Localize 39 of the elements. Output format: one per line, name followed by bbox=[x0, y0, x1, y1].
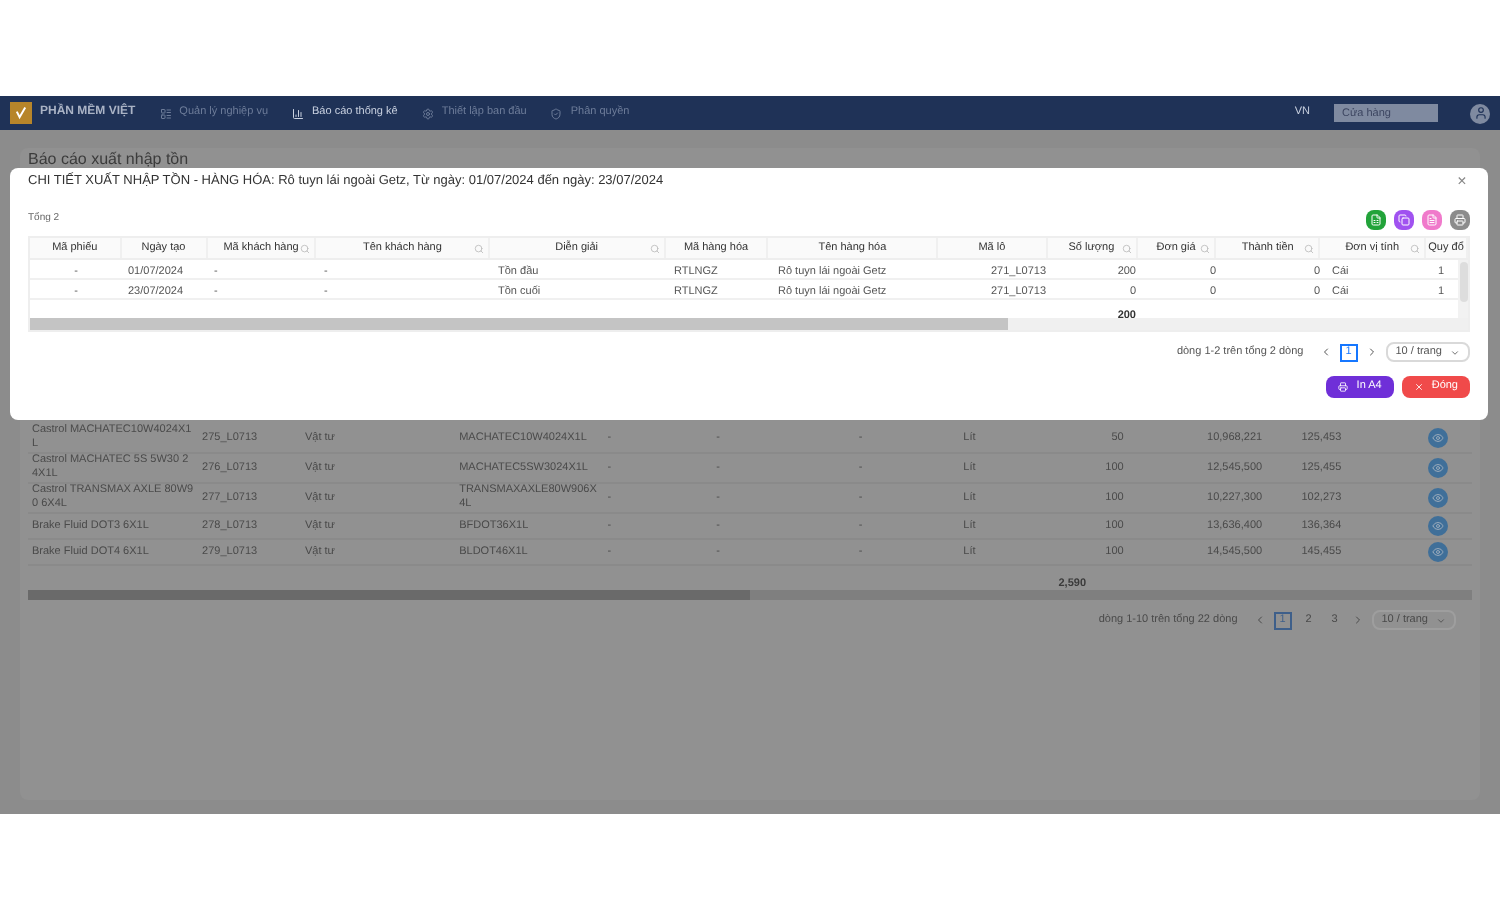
search-icon[interactable] bbox=[300, 243, 311, 253]
menu-icon bbox=[159, 107, 172, 119]
search-icon[interactable] bbox=[1200, 243, 1211, 253]
view-button[interactable] bbox=[1428, 541, 1449, 561]
report-title: Báo cáo xuất nhập tồn bbox=[28, 150, 189, 168]
view-button[interactable] bbox=[1428, 515, 1449, 535]
toolbar-button[interactable] bbox=[1422, 210, 1442, 230]
search-icon[interactable] bbox=[474, 243, 485, 253]
user-avatar-icon[interactable] bbox=[1470, 103, 1490, 123]
menu-icon bbox=[292, 107, 305, 119]
view-button[interactable] bbox=[1428, 457, 1449, 477]
toolbar-button[interactable] bbox=[1366, 210, 1386, 230]
printer-icon bbox=[1338, 382, 1349, 392]
view-button[interactable] bbox=[1428, 487, 1449, 507]
close-button[interactable]: × bbox=[1454, 170, 1470, 194]
search-icon[interactable] bbox=[1410, 243, 1421, 253]
next-page-icon[interactable] bbox=[1351, 614, 1364, 626]
previous-page-icon[interactable] bbox=[1319, 346, 1332, 358]
eye-icon bbox=[1432, 461, 1445, 473]
menu-icon bbox=[421, 107, 434, 119]
vertical-scrollbar[interactable] bbox=[1458, 260, 1468, 318]
chevron-down-icon bbox=[1450, 347, 1460, 357]
horizontal-scrollbar[interactable] bbox=[28, 590, 1472, 600]
search-icon[interactable] bbox=[649, 243, 660, 253]
eye-icon bbox=[1432, 519, 1445, 531]
search-icon[interactable] bbox=[1121, 243, 1132, 253]
search-icon[interactable] bbox=[1304, 243, 1315, 253]
toolbar-button[interactable] bbox=[1450, 210, 1470, 230]
previous-page-icon[interactable] bbox=[1253, 614, 1266, 626]
logo-icon bbox=[10, 102, 32, 124]
eye-icon bbox=[1432, 545, 1445, 557]
next-page-icon[interactable] bbox=[1365, 346, 1378, 358]
eye-icon bbox=[1432, 431, 1445, 443]
chevron-down-icon bbox=[1436, 615, 1446, 625]
menu-icon bbox=[550, 107, 563, 119]
eye-icon bbox=[1432, 491, 1445, 503]
horizontal-scrollbar[interactable] bbox=[30, 318, 1468, 330]
view-button[interactable] bbox=[1428, 427, 1449, 447]
toolbar-button[interactable] bbox=[1394, 210, 1414, 230]
